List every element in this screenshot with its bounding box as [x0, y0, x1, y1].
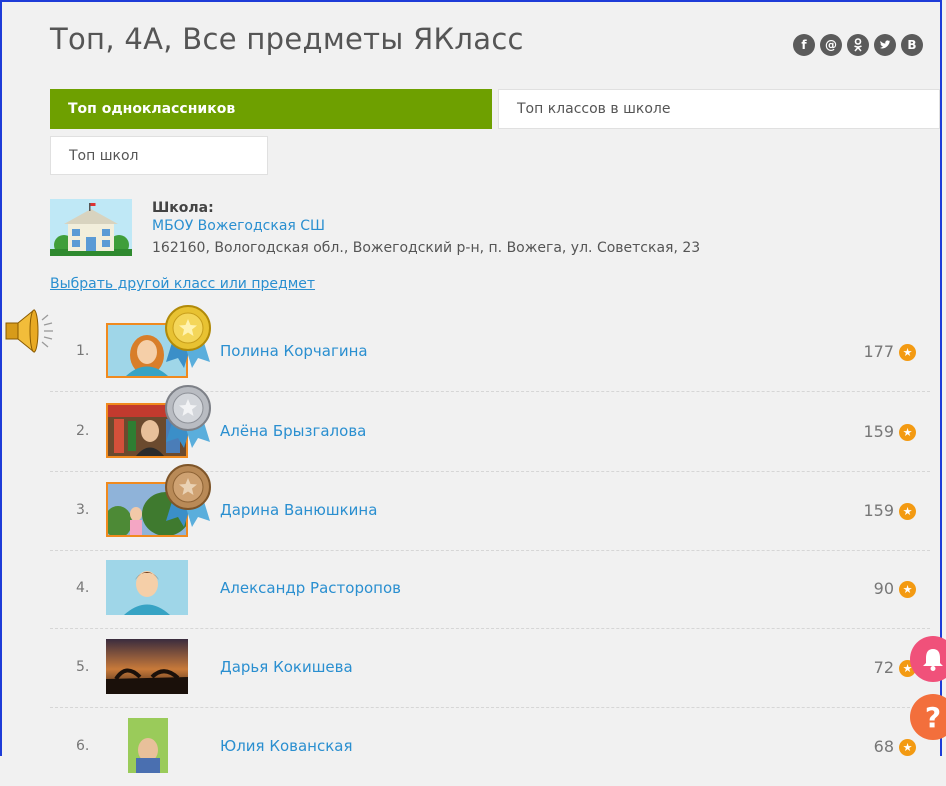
twitter-glyph — [880, 40, 891, 49]
avatar[interactable] — [106, 639, 188, 694]
avatar[interactable] — [106, 718, 188, 773]
gold-medal-icon — [165, 305, 211, 368]
score-value: 159 — [863, 422, 894, 441]
rank-number: 5. — [76, 659, 90, 675]
school-name-link[interactable]: МБОУ Вожегодская СШ — [152, 218, 325, 234]
student-name-link[interactable]: Юлия Кованская — [220, 737, 353, 755]
bronze-medal-icon — [165, 464, 211, 527]
school-label: Школа: — [152, 200, 214, 216]
leaderboard-row: 1. Полина Корчагина 177 ★ — [50, 305, 930, 392]
bell-icon — [923, 649, 943, 671]
avatar-boy-icon — [106, 560, 188, 615]
student-name-link[interactable]: Дарина Ванюшкина — [220, 501, 377, 519]
student-name-link[interactable]: Дарья Кокишева — [220, 658, 353, 676]
avatar-sunset-photo — [106, 639, 188, 694]
leaderboard-row: 5. Дарья Кокишева 72 ★ — [50, 628, 930, 708]
school-building-icon — [50, 199, 132, 256]
score-value: 90 — [873, 579, 894, 598]
rank-number: 1. — [76, 343, 90, 359]
speaker-icon[interactable] — [0, 300, 56, 360]
star-icon: ★ — [899, 739, 916, 756]
student-name-link[interactable]: Александр Расторопов — [220, 579, 401, 597]
tab-schools[interactable]: Топ школ — [50, 136, 268, 175]
score-value: 177 — [863, 342, 894, 361]
star-icon: ★ — [899, 581, 916, 598]
avatar-photo — [106, 718, 188, 773]
leaderboard-row: 3. Дарина Ванюшкина 159 ★ — [50, 464, 930, 551]
avatar[interactable] — [106, 560, 188, 615]
student-name-link[interactable]: Полина Корчагина — [220, 342, 368, 360]
rank-number: 6. — [76, 738, 90, 754]
rank-number: 4. — [76, 580, 90, 596]
rank-number: 3. — [76, 502, 90, 518]
tab-classmates[interactable]: Топ одноклассников — [50, 89, 492, 129]
facebook-icon[interactable]: f — [793, 34, 815, 56]
rank-number: 2. — [76, 423, 90, 439]
score-value: 159 — [863, 501, 894, 520]
silver-medal-icon — [165, 385, 211, 448]
vk-icon[interactable]: B — [901, 34, 923, 56]
choose-class-link[interactable]: Выбрать другой класс или предмет — [50, 276, 315, 292]
twitter-icon[interactable] — [874, 34, 896, 56]
leaderboard-row: 4. Александр Расторопов 90 ★ — [50, 549, 930, 629]
mailru-icon[interactable]: @ — [820, 34, 842, 56]
score-value: 72 — [873, 658, 894, 677]
star-icon: ★ — [899, 503, 916, 520]
score-value: 68 — [873, 737, 894, 756]
leaderboard-row: 6. Юлия Кованская 68 ★ — [50, 707, 930, 786]
odnoklassniki-glyph — [854, 38, 862, 52]
tab-classes[interactable]: Топ классов в школе — [498, 89, 940, 129]
odnoklassniki-icon[interactable] — [847, 34, 869, 56]
student-name-link[interactable]: Алёна Брызгалова — [220, 422, 366, 440]
help-icon: ? — [924, 700, 942, 734]
page-title: Топ, 4А, Все предметы ЯКласс — [50, 22, 524, 56]
star-icon: ★ — [899, 344, 916, 361]
leaderboard-row: 2. Алёна Брызгалова 159 ★ — [50, 385, 930, 472]
school-address: 162160, Вологодская обл., Вожегодский р-… — [152, 240, 701, 256]
star-icon: ★ — [899, 424, 916, 441]
social-share-bar: f @ B — [793, 34, 923, 56]
